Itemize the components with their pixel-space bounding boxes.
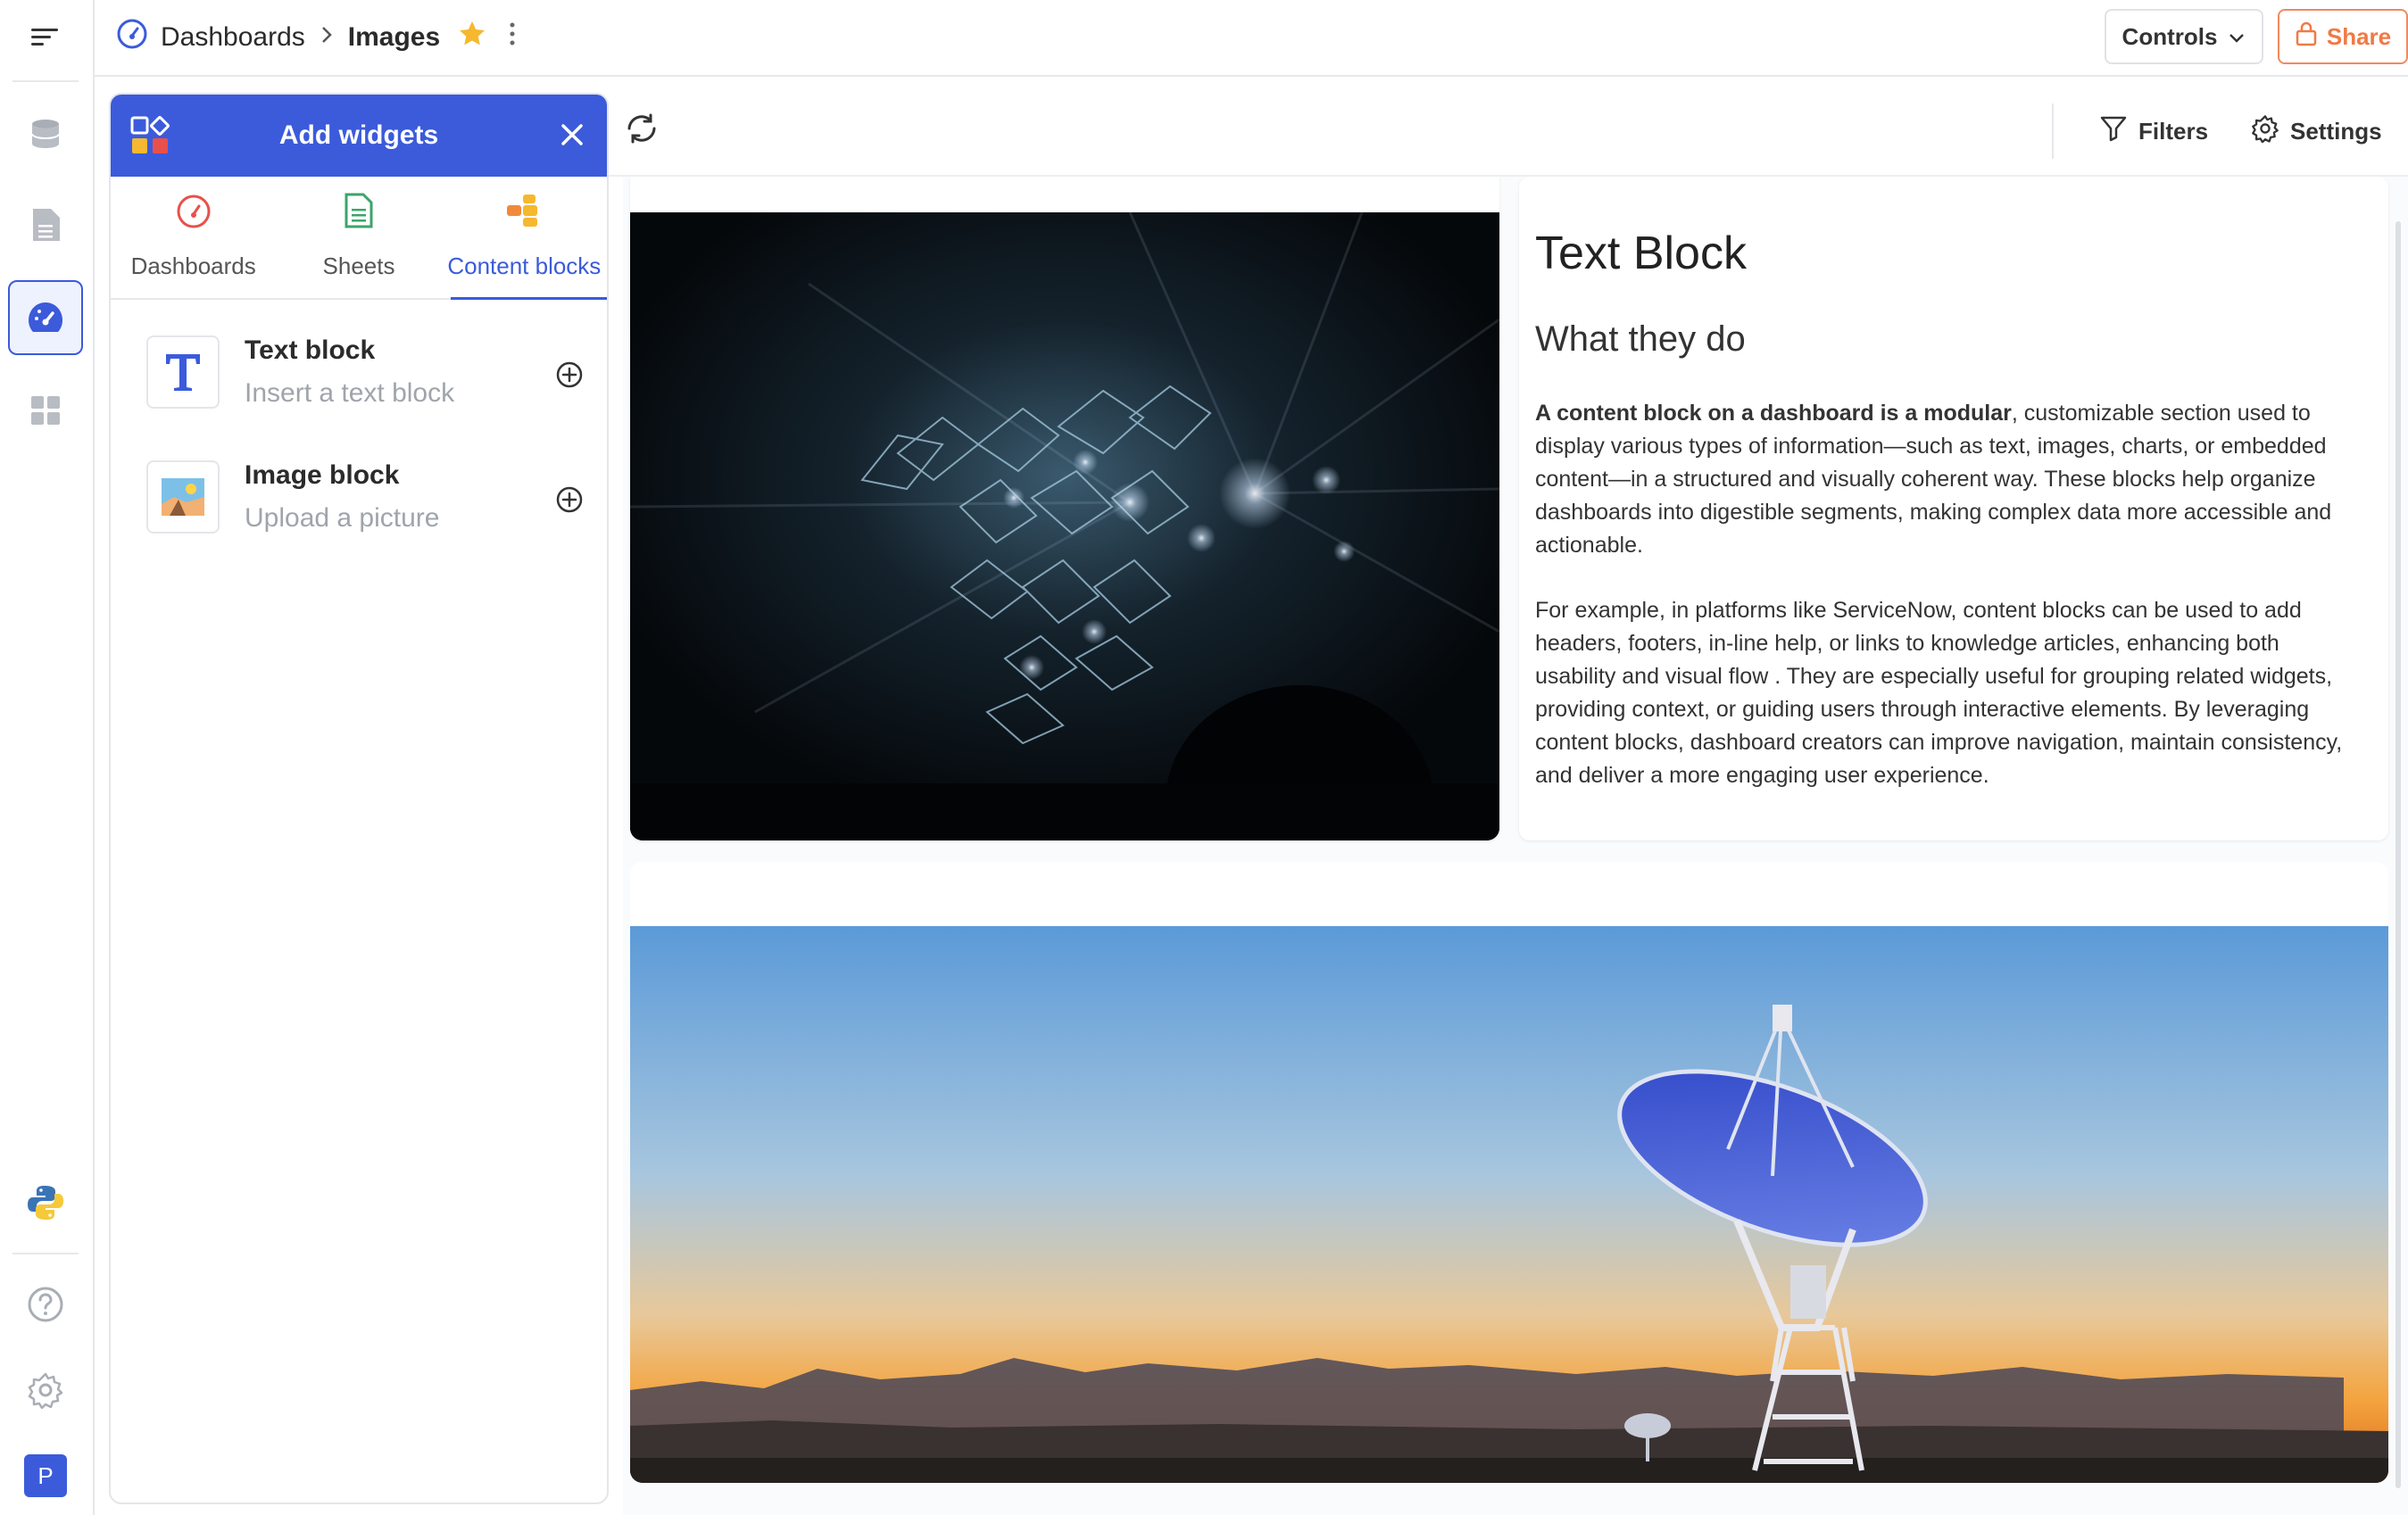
controls-dropdown[interactable]: Controls	[2105, 9, 2263, 64]
user-avatar[interactable]: P	[8, 1438, 83, 1513]
avatar-letter: P	[24, 1454, 67, 1497]
settings-gear-icon[interactable]	[8, 1353, 83, 1428]
grid-apps-icon[interactable]	[8, 373, 83, 448]
left-rail: P	[0, 0, 95, 1515]
dashboard-gauge-icon	[116, 18, 148, 57]
database-icon[interactable]	[8, 96, 83, 171]
text-block-title: Text block	[245, 335, 376, 365]
breadcrumb-parent-link[interactable]: Dashboards	[161, 22, 305, 53]
picture-icon	[146, 460, 220, 534]
panel-tabs: Dashboards Sheets Content blocks	[111, 177, 607, 300]
filters-label: Filters	[2138, 117, 2209, 145]
tab-dashboards-label: Dashboards	[130, 252, 256, 279]
filters-button[interactable]: Filters	[2099, 103, 2208, 159]
bold-lead-text: A content block on a dashboard is a modu…	[1535, 401, 2012, 426]
document-icon[interactable]	[8, 187, 83, 262]
text-T-icon	[146, 335, 220, 409]
menu-toggle-icon[interactable]	[8, 0, 83, 75]
text-block-heading: Text Block	[1535, 228, 1747, 279]
favorite-star-icon[interactable]	[458, 20, 486, 55]
panel-title: Add widgets	[278, 120, 439, 150]
text-widget-card[interactable]: Text Block What they do A content block …	[1519, 177, 2388, 840]
text-block-paragraph-2: For example, in platforms like ServiceNo…	[1535, 598, 2343, 788]
rail-divider	[12, 80, 79, 82]
controls-label: Controls	[2122, 22, 2218, 50]
tab-content-blocks-label: Content blocks	[447, 252, 602, 279]
breadcrumb: Dashboards Images	[116, 0, 517, 75]
chevron-down-icon	[2228, 23, 2246, 51]
image-block-subtitle: Upload a picture	[245, 503, 440, 533]
toolbar-divider	[2052, 103, 2054, 159]
text-block-subtitle: Insert a text block	[245, 378, 455, 408]
content-scrollbar[interactable]	[2396, 221, 2401, 1488]
gauge-icon	[175, 193, 212, 235]
image-widget-card-wide[interactable]	[630, 862, 2388, 1483]
concert-light-image	[630, 212, 1499, 840]
close-icon[interactable]	[560, 123, 584, 151]
image-widget-card[interactable]	[630, 177, 1499, 840]
blocks-icon	[505, 193, 543, 235]
add-circle-icon[interactable]	[555, 485, 584, 518]
dashboard-toolbar: Filters Settings	[607, 77, 2408, 177]
more-options-icon[interactable]	[508, 20, 517, 55]
share-button[interactable]: Share	[2278, 9, 2408, 64]
add-circle-icon[interactable]	[555, 360, 584, 393]
radio-telescope-image	[630, 926, 2388, 1483]
add-widgets-panel: Add widgets Dashboards Sheets Content bl…	[109, 93, 609, 1504]
breadcrumb-current: Images	[347, 22, 441, 52]
refresh-icon[interactable]	[623, 112, 660, 149]
share-label: Share	[2326, 22, 2392, 50]
help-icon[interactable]	[8, 1267, 83, 1342]
image-block-title: Image block	[245, 460, 400, 490]
settings-label: Settings	[2290, 117, 2382, 145]
text-block-item[interactable]: Text block Insert a text block	[146, 335, 584, 434]
dashboards-nav-icon[interactable]	[8, 280, 83, 355]
panel-header: Add widgets	[111, 95, 607, 177]
rail-divider	[12, 1253, 79, 1254]
dashboard-canvas: Text Block What they do A content block …	[623, 177, 2408, 1515]
text-block-subheading: What they do	[1535, 319, 1746, 359]
tab-sheets[interactable]: Sheets	[276, 177, 441, 298]
image-block-item[interactable]: Image block Upload a picture	[146, 460, 584, 559]
lock-share-icon	[2295, 21, 2318, 53]
tab-content-blocks[interactable]: Content blocks	[442, 177, 607, 300]
python-icon[interactable]	[8, 1165, 83, 1240]
gear-icon	[2251, 114, 2279, 149]
top-bar: Dashboards Images Controls Share	[95, 0, 2408, 77]
filter-funnel-icon	[2099, 114, 2128, 149]
text-block-paragraph-1: A content block on a dashboard is a modu…	[1535, 397, 2362, 562]
tab-sheets-label: Sheets	[322, 252, 395, 279]
settings-button[interactable]: Settings	[2251, 103, 2382, 159]
sheet-icon	[344, 193, 374, 235]
tab-dashboards[interactable]: Dashboards	[111, 177, 276, 298]
app-root: P Dashboards Images Controls Share Filte…	[0, 0, 2408, 1515]
chevron-right-icon	[318, 22, 336, 53]
